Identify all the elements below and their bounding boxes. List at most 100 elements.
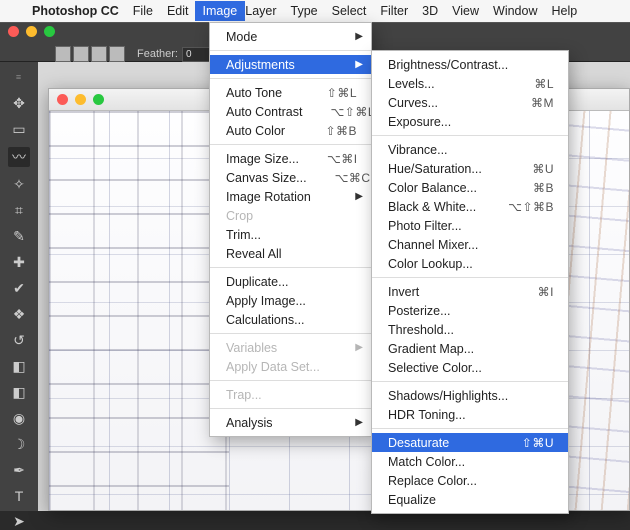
adjustments-menu-item[interactable]: Levels...⌘L xyxy=(372,74,568,93)
image-menu-item[interactable]: Duplicate... xyxy=(210,272,371,291)
menu-type[interactable]: Type xyxy=(291,4,318,18)
toolbox-grip-icon[interactable]: ≡ xyxy=(11,72,27,82)
menu-image[interactable]: Image xyxy=(195,1,246,21)
image-menu-item: Crop xyxy=(210,206,371,225)
adjustments-menu-item[interactable]: Posterize... xyxy=(372,301,568,320)
image-menu-item[interactable]: Image Size...⌥⌘I xyxy=(210,149,371,168)
clone-stamp-tool[interactable]: ❖ xyxy=(8,306,30,323)
type-tool[interactable]: T xyxy=(8,488,30,504)
image-menu-item[interactable]: Canvas Size...⌥⌘C xyxy=(210,168,371,187)
marquee-tool[interactable]: ▭ xyxy=(8,121,30,138)
adjustments-menu-item[interactable]: Gradient Map... xyxy=(372,339,568,358)
menu-layer[interactable]: Layer xyxy=(245,4,276,18)
adjustments-menu-item[interactable]: Brightness/Contrast... xyxy=(372,55,568,74)
minimize-icon[interactable] xyxy=(26,26,37,37)
adjustments-menu-item[interactable]: Color Lookup... xyxy=(372,254,568,273)
eraser-tool[interactable]: ◧ xyxy=(8,358,30,375)
doc-window-controls[interactable] xyxy=(57,94,104,105)
shortcut-label: ⌥⌘I xyxy=(327,152,358,166)
menu-3d[interactable]: 3D xyxy=(422,4,438,18)
blur-tool[interactable]: ◉ xyxy=(8,410,30,427)
adjustments-menu-item[interactable]: Channel Mixer... xyxy=(372,235,568,254)
zoom-icon[interactable] xyxy=(44,26,55,37)
gradient-tool[interactable]: ◧ xyxy=(8,384,30,401)
image-menu-item[interactable]: Analysis▶ xyxy=(210,413,371,432)
image-menu-item-label: Trap... xyxy=(226,388,357,402)
adjustments-menu-item[interactable]: Curves...⌘M xyxy=(372,93,568,112)
image-menu-item-label: Auto Color xyxy=(226,124,325,138)
close-icon[interactable] xyxy=(8,26,19,37)
menu-file[interactable]: File xyxy=(133,4,153,18)
image-menu-item[interactable]: Image Rotation▶ xyxy=(210,187,371,206)
adjustments-menu-item[interactable]: Vibrance... xyxy=(372,140,568,159)
close-icon[interactable] xyxy=(57,94,68,105)
adjustments-menu-item[interactable]: Shadows/Highlights... xyxy=(372,386,568,405)
image-menu-item-label: Trim... xyxy=(226,228,357,242)
image-menu-item[interactable]: Apply Image... xyxy=(210,291,371,310)
dodge-tool[interactable]: ☽ xyxy=(8,436,30,453)
adjustments-menu-item-label: Posterize... xyxy=(388,304,554,318)
adjustments-menu-item-label: Desaturate xyxy=(388,436,522,450)
lasso-tool[interactable]: 〰 xyxy=(8,147,30,167)
menu-window[interactable]: Window xyxy=(493,4,537,18)
image-menu-item-label: Apply Image... xyxy=(226,294,357,308)
menu-select[interactable]: Select xyxy=(332,4,367,18)
adjustments-menu-item[interactable]: HDR Toning... xyxy=(372,405,568,424)
image-menu-item[interactable]: Trim... xyxy=(210,225,371,244)
adjustments-menu-item[interactable]: Equalize xyxy=(372,490,568,509)
adjustments-menu-item[interactable]: Replace Color... xyxy=(372,471,568,490)
magic-wand-tool[interactable]: ✧ xyxy=(8,176,30,193)
adjustments-menu-item[interactable]: Threshold... xyxy=(372,320,568,339)
history-brush-tool[interactable]: ↺ xyxy=(8,332,30,349)
brush-tool[interactable]: ✔ xyxy=(8,280,30,297)
adjustments-menu-item[interactable]: Desaturate⇧⌘U xyxy=(372,433,568,452)
adjustments-menu-item-label: Equalize xyxy=(388,493,554,507)
image-menu-separator xyxy=(210,50,371,51)
adjustments-menu-item-label: Selective Color... xyxy=(388,361,554,375)
shortcut-label: ⇧⌘L xyxy=(327,86,357,100)
adjustments-menu-item-label: Exposure... xyxy=(388,115,554,129)
image-menu-item[interactable]: Auto Contrast⌥⇧⌘L xyxy=(210,102,371,121)
adjustments-menu-item[interactable]: Exposure... xyxy=(372,112,568,131)
adjustments-menu-item-label: Replace Color... xyxy=(388,474,554,488)
image-menu-item-label: Calculations... xyxy=(226,313,357,327)
path-select-tool[interactable]: ➤ xyxy=(8,513,30,530)
move-tool[interactable]: ✥ xyxy=(8,95,30,112)
image-menu-item[interactable]: Calculations... xyxy=(210,310,371,329)
healing-brush-tool[interactable]: ✚ xyxy=(8,254,30,271)
image-menu-separator xyxy=(210,78,371,79)
adjustments-menu-item[interactable]: Color Balance...⌘B xyxy=(372,178,568,197)
adjustments-menu-item-label: Channel Mixer... xyxy=(388,238,554,252)
pen-tool[interactable]: ✒ xyxy=(8,462,30,479)
minimize-icon[interactable] xyxy=(75,94,86,105)
eyedropper-tool[interactable]: ✎ xyxy=(8,228,30,245)
image-menu-item[interactable]: Mode▶ xyxy=(210,27,371,46)
adjustments-menu-item[interactable]: Photo Filter... xyxy=(372,216,568,235)
image-menu-item[interactable]: Reveal All xyxy=(210,244,371,263)
menu-help[interactable]: Help xyxy=(552,4,578,18)
adjustments-menu-item[interactable]: Black & White...⌥⇧⌘B xyxy=(372,197,568,216)
image-menu-item[interactable]: Auto Tone⇧⌘L xyxy=(210,83,371,102)
menu-view[interactable]: View xyxy=(452,4,479,18)
adjustments-menu-item-label: Photo Filter... xyxy=(388,219,554,233)
image-menu-item-label: Adjustments xyxy=(226,58,357,72)
submenu-arrow-icon: ▶ xyxy=(355,417,363,428)
image-menu-item[interactable]: Auto Color⇧⌘B xyxy=(210,121,371,140)
lasso-mode-icons[interactable] xyxy=(55,46,127,62)
adjustments-menu-item-label: Black & White... xyxy=(388,200,508,214)
app-name[interactable]: Photoshop CC xyxy=(32,4,119,18)
image-menu-item-label: Reveal All xyxy=(226,247,357,261)
zoom-icon[interactable] xyxy=(93,94,104,105)
window-controls[interactable] xyxy=(8,26,55,37)
adjustments-submenu: Brightness/Contrast...Levels...⌘LCurves.… xyxy=(371,50,569,514)
menu-filter[interactable]: Filter xyxy=(380,4,408,18)
adjustments-menu-item-label: Curves... xyxy=(388,96,531,110)
shortcut-label: ⌥⇧⌘B xyxy=(508,200,554,214)
adjustments-menu-item[interactable]: Match Color... xyxy=(372,452,568,471)
adjustments-menu-item[interactable]: Hue/Saturation...⌘U xyxy=(372,159,568,178)
crop-tool[interactable]: ⌗ xyxy=(8,202,30,219)
adjustments-menu-item[interactable]: Selective Color... xyxy=(372,358,568,377)
image-menu-item[interactable]: Adjustments▶ xyxy=(210,55,371,74)
menu-edit[interactable]: Edit xyxy=(167,4,189,18)
adjustments-menu-item[interactable]: Invert⌘I xyxy=(372,282,568,301)
